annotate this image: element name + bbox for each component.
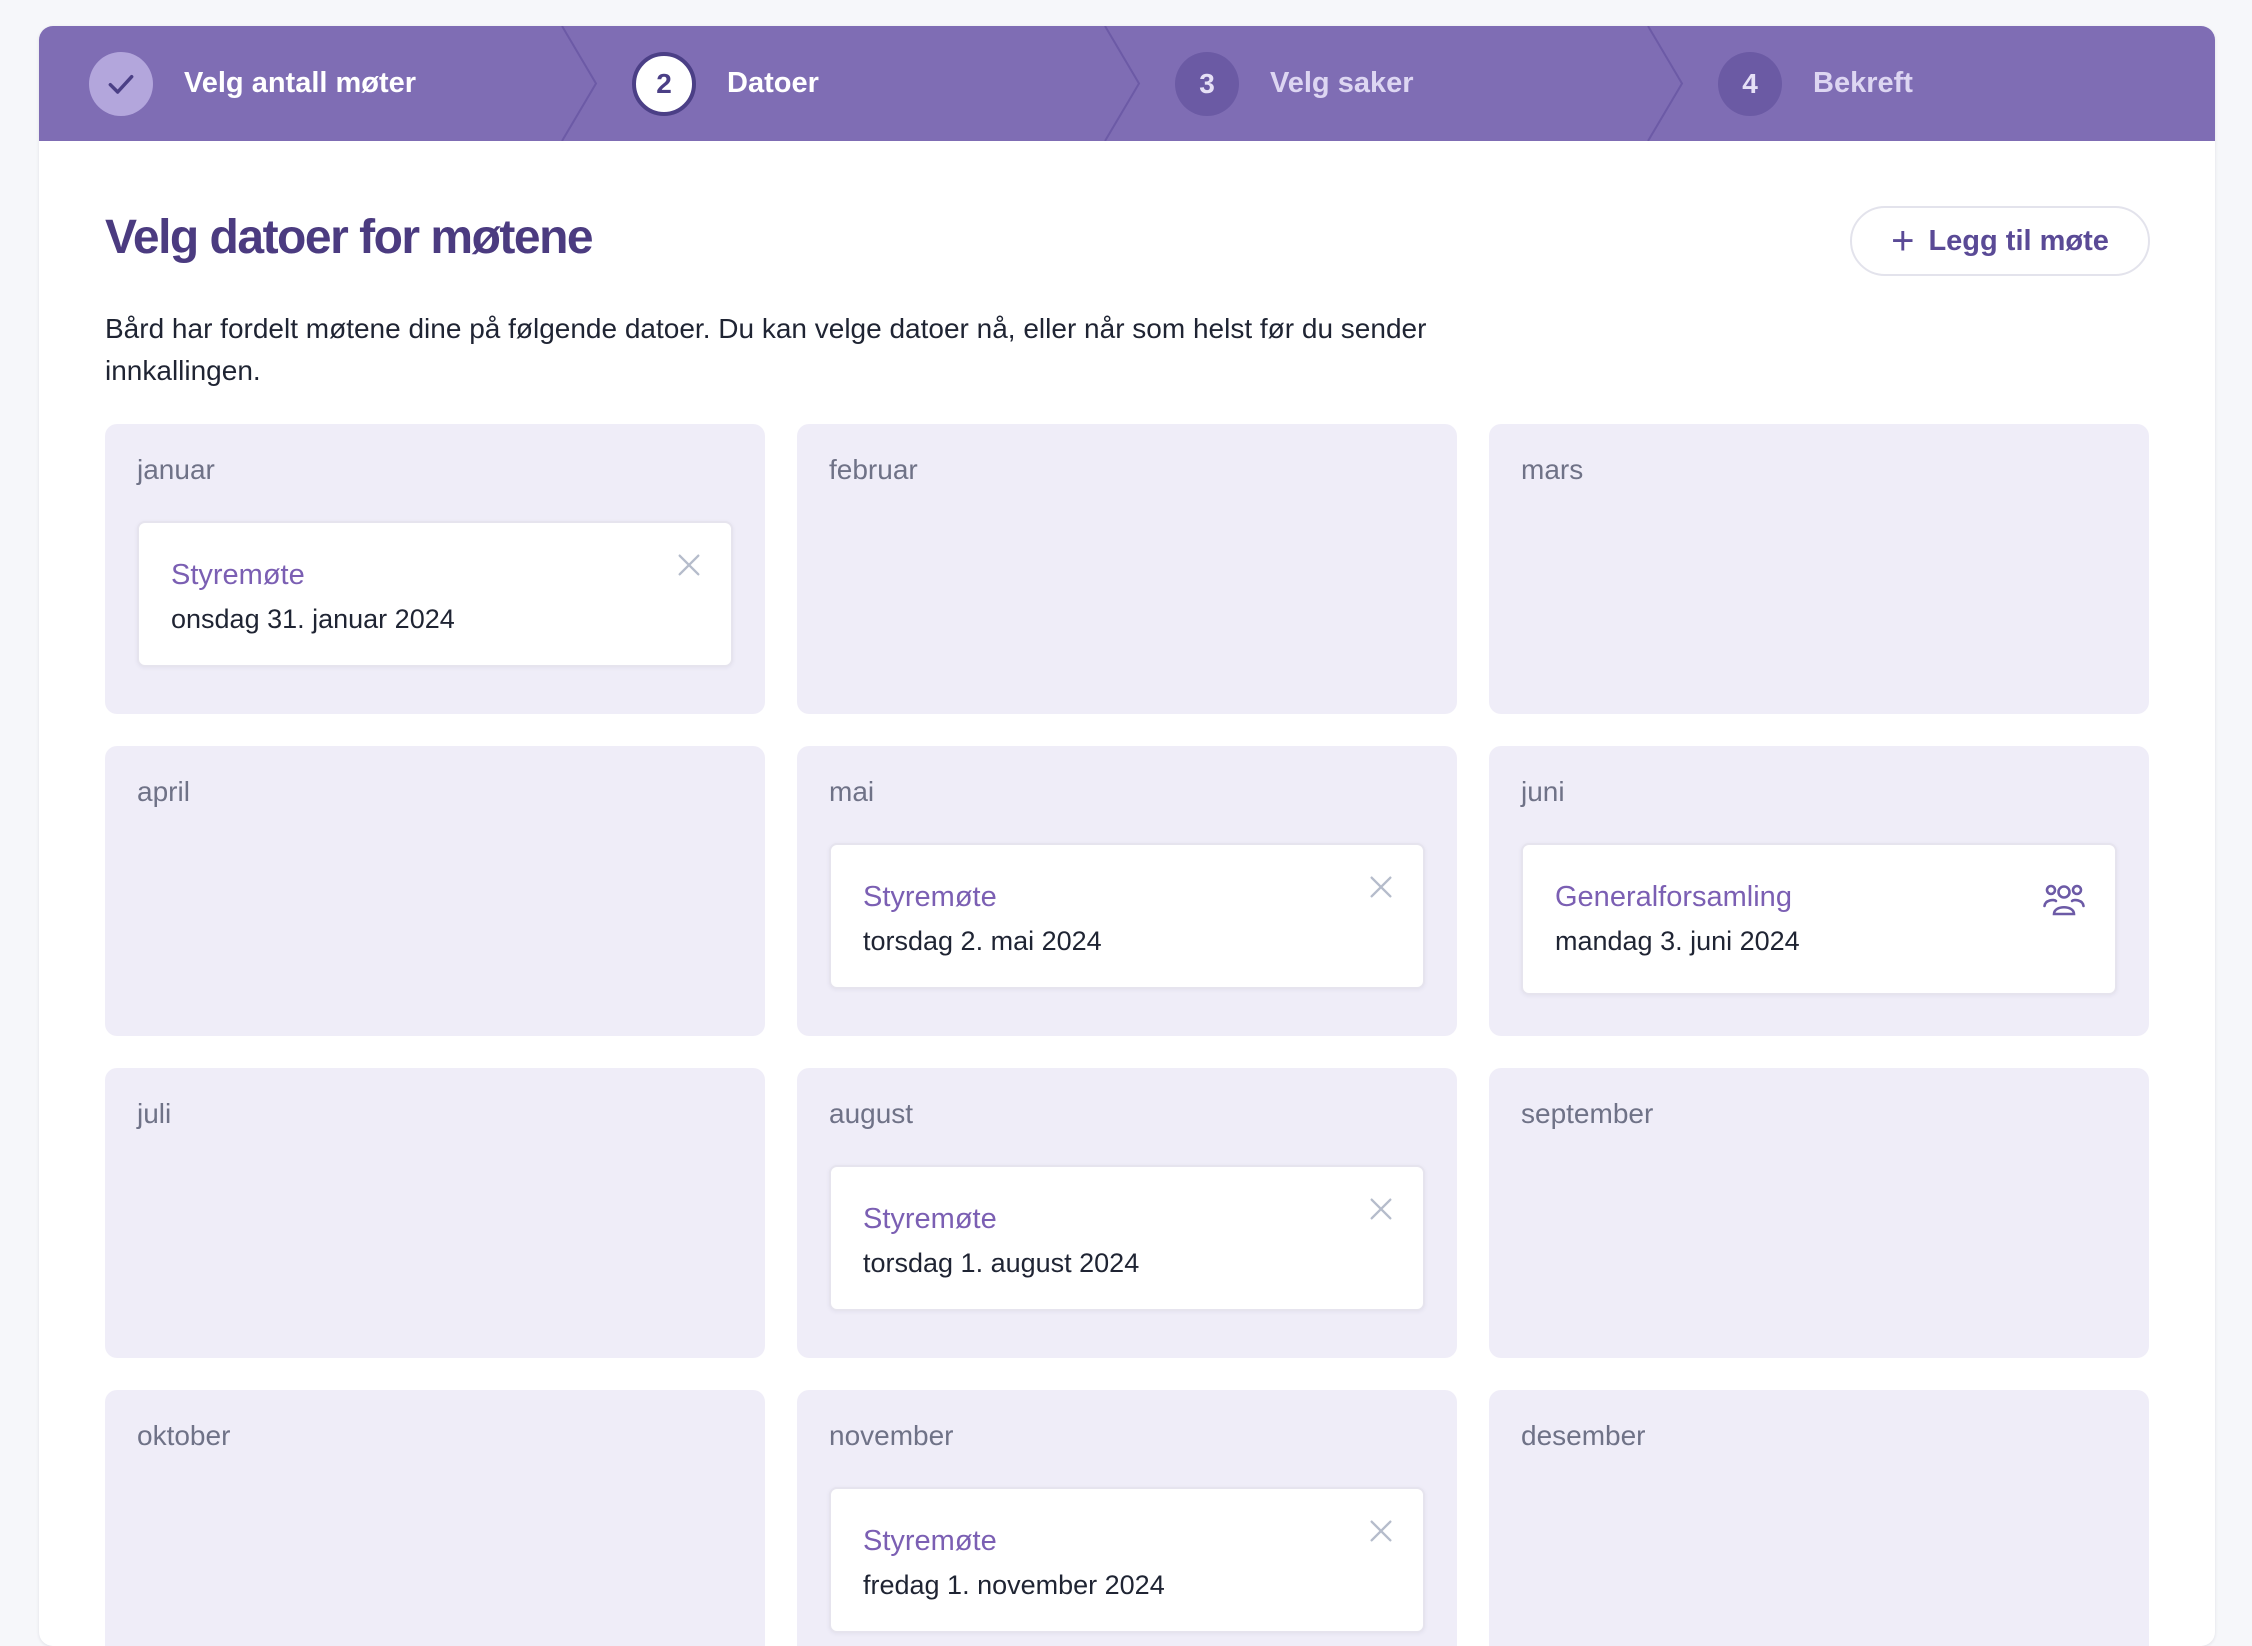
- step-velg-saker[interactable]: 3 Velg saker: [1125, 26, 1684, 141]
- step-done-indicator: [89, 51, 153, 116]
- month-card-august[interactable]: august Styremøte torsdag 1. august 2024: [797, 1068, 1457, 1358]
- meeting-title: Styremøte: [171, 559, 305, 591]
- month-name: august: [829, 1098, 914, 1129]
- close-icon[interactable]: [1367, 873, 1395, 901]
- meeting-date: fredag 1. november 2024: [863, 1570, 1165, 1600]
- month-name: mars: [1521, 454, 1584, 485]
- step-datoer[interactable]: 2 Datoer: [582, 26, 1141, 141]
- meeting-title: Styremøte: [863, 1525, 997, 1557]
- close-icon[interactable]: [1367, 1195, 1395, 1223]
- meeting-card[interactable]: Styremøte torsdag 1. august 2024: [829, 1165, 1425, 1311]
- group-icon: [2043, 884, 2085, 916]
- month-card-februar[interactable]: februar: [797, 424, 1457, 714]
- month-card-desember[interactable]: desember: [1489, 1390, 2149, 1646]
- step-label: Datoer: [727, 67, 819, 99]
- meeting-date: torsdag 2. mai 2024: [863, 926, 1102, 956]
- meeting-card[interactable]: Styremøte onsdag 31. januar 2024: [137, 521, 733, 667]
- month-card-oktober[interactable]: oktober: [105, 1390, 765, 1646]
- step-separator: [561, 26, 598, 141]
- month-card-juli[interactable]: juli: [105, 1068, 765, 1358]
- step-velg-antall-moter[interactable]: Velg antall møter: [39, 26, 598, 141]
- intro-text: Bård har fordelt møtene dine på følgende…: [105, 313, 1427, 386]
- step-separator: [1647, 26, 1684, 141]
- month-name: mai: [829, 776, 875, 807]
- close-icon[interactable]: [1367, 1517, 1395, 1545]
- month-card-juni[interactable]: juni Generalforsamling mandag 3. juni 2024: [1489, 746, 2149, 1036]
- meeting-title: Styremøte: [863, 881, 997, 913]
- month-card-november[interactable]: november Styremøte fredag 1. november 2024: [797, 1390, 1457, 1646]
- month-name: oktober: [137, 1420, 231, 1451]
- stepper: Velg antall møter 2 Datoer 3 Velg saker …: [39, 26, 2215, 141]
- month-name: april: [137, 776, 190, 807]
- page-title: Velg datoer for møtene: [105, 211, 594, 264]
- step-label: Velg saker: [1270, 67, 1414, 99]
- step-number: 3: [1175, 51, 1239, 116]
- step-number: 4: [1718, 51, 1782, 116]
- meeting-card[interactable]: Generalforsamling mandag 3. juni 2024: [1521, 843, 2117, 995]
- step-label: Velg antall møter: [184, 67, 417, 99]
- month-name: februar: [829, 454, 918, 485]
- checkmark-icon: [108, 74, 134, 94]
- plus-icon: +: [1891, 219, 1915, 263]
- meeting-date: onsdag 31. januar 2024: [171, 604, 455, 634]
- month-name: november: [829, 1420, 954, 1451]
- meeting-card[interactable]: Styremøte fredag 1. november 2024: [829, 1487, 1425, 1633]
- step-label: Bekreft: [1813, 67, 1913, 99]
- meeting-title: Styremøte: [863, 1203, 997, 1235]
- month-card-januar[interactable]: januar Styremøte onsdag 31. januar 2024: [105, 424, 765, 714]
- step-separator: [1104, 26, 1141, 141]
- add-meeting-button[interactable]: + Legg til møte: [1850, 206, 2150, 276]
- month-card-mars[interactable]: mars: [1489, 424, 2149, 714]
- step-bekreft[interactable]: 4 Bekreft: [1668, 26, 2211, 141]
- month-card-mai[interactable]: mai Styremøte torsdag 2. mai 2024: [797, 746, 1457, 1036]
- month-name: juni: [1521, 776, 1565, 807]
- wizard-panel: Velg antall møter 2 Datoer 3 Velg saker …: [39, 26, 2215, 1646]
- meeting-date: torsdag 1. august 2024: [863, 1248, 1140, 1278]
- meeting-card[interactable]: Styremøte torsdag 2. mai 2024: [829, 843, 1425, 989]
- month-card-september[interactable]: september: [1489, 1068, 2149, 1358]
- month-grid: januar Styremøte onsdag 31. januar 2024 feb…: [105, 424, 2150, 1646]
- close-icon[interactable]: [675, 551, 703, 579]
- step-number: 2: [632, 51, 696, 116]
- month-card-april[interactable]: april: [105, 746, 765, 1036]
- month-name: januar: [137, 454, 215, 485]
- month-name: desember: [1521, 1420, 1646, 1451]
- meeting-title: Generalforsamling: [1555, 881, 1792, 913]
- month-name: juli: [137, 1098, 172, 1129]
- month-name: september: [1521, 1098, 1654, 1129]
- add-meeting-label: Legg til møte: [1928, 224, 2109, 257]
- meeting-date: mandag 3. juni 2024: [1555, 926, 1800, 956]
